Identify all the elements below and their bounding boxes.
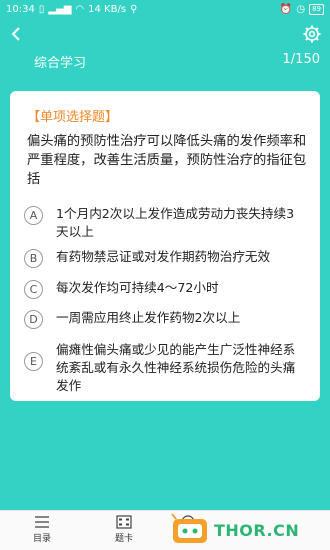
- status-bar: 10:34 ▯ ▂▄▆ ◠ 14 KB/s ⚲ ⏰ ◷ 89: [0, 0, 330, 18]
- section-title: 综合学习: [34, 56, 87, 71]
- question-type-label: 【单项选择题】: [27, 110, 119, 125]
- option-e[interactable]: E 偏瘫性偏头痛或少见的能产生广泛性神经系统紊乱或有永久性神经系统损伤危险的头痛…: [24, 342, 314, 395]
- top-bar: [0, 20, 330, 48]
- question-progress: 1/150: [282, 52, 320, 67]
- battery-icon: 89: [309, 3, 324, 15]
- gear-icon: [303, 25, 321, 43]
- option-text: 有药物禁忌证或对发作期药物治疗无效: [56, 249, 271, 264]
- settings-button[interactable]: [300, 22, 324, 46]
- option-a[interactable]: A 1个月内2次以上发作造成劳动力丧失持续3天以上: [24, 206, 314, 241]
- nav-answer-card[interactable]: 题卡: [94, 515, 154, 549]
- option-letter: C: [24, 280, 43, 299]
- option-letter: D: [24, 310, 43, 329]
- answer-card-icon: [116, 515, 132, 529]
- back-button[interactable]: [4, 22, 28, 46]
- option-text: 偏瘫性偏头痛或少见的能产生广泛性神经系统紊乱或有永久性神经系统损伤危险的头痛发作: [56, 342, 296, 393]
- option-d[interactable]: D 一周需应用终止发作药物2次以上: [24, 310, 314, 329]
- option-text: 每次发作均可持续4～72小时: [56, 280, 219, 295]
- option-letter: B: [24, 249, 43, 268]
- watermark-text: THOR.CN: [214, 520, 300, 540]
- option-letter: A: [24, 206, 43, 225]
- network-speed: 14 KB/s: [88, 3, 127, 15]
- question-card: 【单项选择题】 偏头痛的预防性治疗可以降低头痛的发作频率和严重程度，改善生活质量…: [10, 91, 320, 401]
- usb-icon: ⚲: [130, 3, 138, 15]
- signal-icon: ▂▄▆: [48, 3, 72, 15]
- option-text: 一周需应用终止发作药物2次以上: [56, 310, 241, 325]
- alarm-icon: ⏰: [279, 3, 293, 15]
- question-text: 偏头痛的预防性治疗可以降低头痛的发作频率和严重程度，改善生活质量，预防性治疗的指…: [27, 134, 307, 187]
- list-icon: [35, 516, 49, 528]
- watermark-emblem-icon: [171, 513, 207, 543]
- option-c[interactable]: C 每次发作均可持续4～72小时: [24, 280, 314, 299]
- sim-icon: ▯: [38, 3, 45, 15]
- option-text: 1个月内2次以上发作造成劳动力丧失持续3天以上: [56, 206, 295, 239]
- sub-header: 综合学习 1/150: [0, 48, 330, 74]
- status-time: 10:34: [6, 3, 35, 15]
- option-b[interactable]: B 有药物禁忌证或对发作期药物治疗无效: [24, 249, 314, 268]
- wifi-icon: ◠: [75, 3, 85, 15]
- watermark-logo: THOR.CN: [170, 512, 330, 548]
- chevron-left-icon: [11, 27, 20, 41]
- option-letter: E: [24, 352, 43, 371]
- nav-catalog[interactable]: 目录: [12, 515, 72, 549]
- nav-catalog-label: 目录: [32, 534, 51, 544]
- nav-answer-card-label: 题卡: [114, 534, 133, 544]
- clock-icon: ◷: [296, 3, 306, 15]
